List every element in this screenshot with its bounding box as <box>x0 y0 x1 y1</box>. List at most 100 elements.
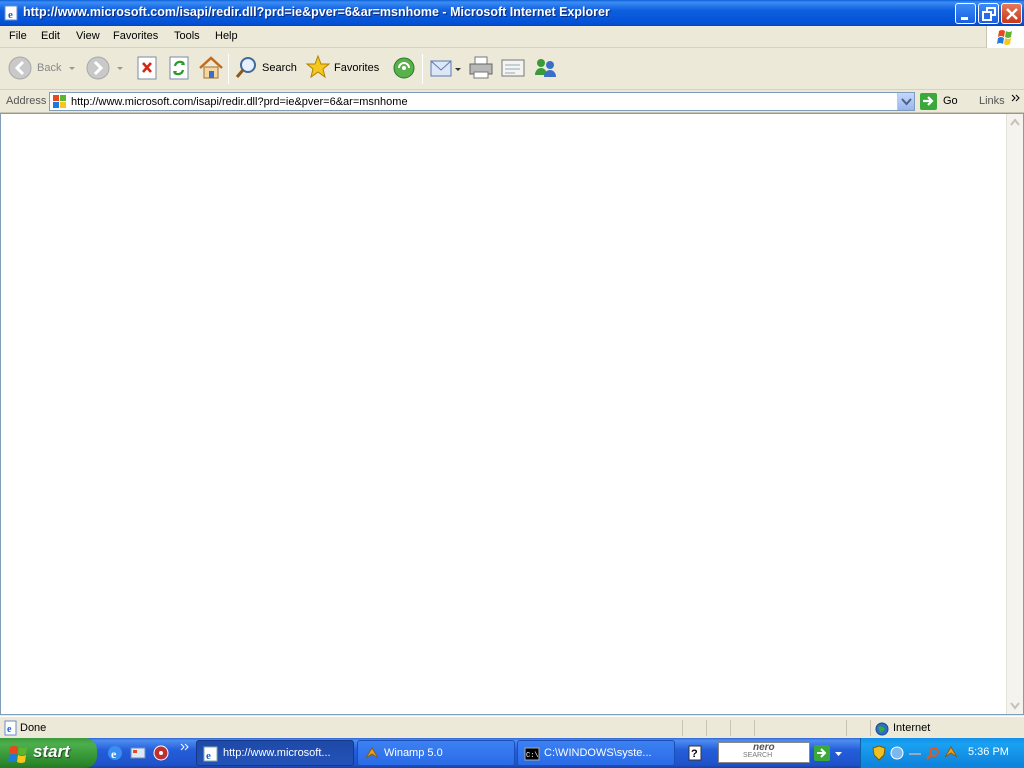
ie-window: e http://www.microsoft.com/isapi/redir.d… <box>0 0 1024 738</box>
edit-document-icon <box>501 59 525 77</box>
scroll-up-button[interactable] <box>1007 114 1023 131</box>
stop-button[interactable] <box>134 53 160 85</box>
ie-quicklaunch-icon[interactable]: e <box>107 745 123 761</box>
toolbar-separator <box>422 54 423 84</box>
minimize-icon <box>961 17 968 20</box>
nero-dropdown-icon[interactable] <box>834 749 844 759</box>
status-pane <box>730 720 731 736</box>
page-status-icon: e <box>4 720 17 736</box>
status-text: Done <box>20 722 47 734</box>
refresh-button[interactable] <box>166 53 192 85</box>
msn-site-icon <box>53 95 66 108</box>
scroll-down-button[interactable] <box>1007 697 1023 714</box>
title-bar[interactable]: e http://www.microsoft.com/isapi/redir.d… <box>0 0 1024 26</box>
security-zone-label: Internet <box>893 722 931 734</box>
internet-globe-icon <box>875 722 889 736</box>
menu-edit[interactable]: Edit <box>41 30 60 42</box>
svg-text:e: e <box>206 750 211 762</box>
status-pane <box>706 720 707 736</box>
svg-text:e: e <box>8 9 13 21</box>
media-icon <box>393 57 415 79</box>
home-button[interactable] <box>198 53 224 85</box>
stop-icon <box>137 56 157 80</box>
media-button[interactable] <box>391 53 417 85</box>
messenger-icon <box>535 59 556 77</box>
close-icon <box>1006 8 1018 20</box>
home-icon <box>199 56 223 79</box>
scroll-down-arrow-icon <box>1010 702 1020 710</box>
go-button[interactable]: Go <box>919 92 969 111</box>
window-title: http://www.microsoft.com/isapi/redir.dll… <box>23 5 610 19</box>
winamp-icon <box>365 747 379 759</box>
vertical-scrollbar[interactable] <box>1006 114 1023 714</box>
minimize-button[interactable] <box>955 3 976 24</box>
refresh-icon <box>169 56 189 80</box>
network-icon[interactable] <box>889 745 905 761</box>
address-url[interactable]: http://www.microsoft.com/isapi/redir.dll… <box>71 96 408 108</box>
restore-icon <box>982 7 996 21</box>
address-dropdown-button[interactable] <box>897 93 914 110</box>
restore-button[interactable] <box>978 3 999 24</box>
menu-help[interactable]: Help <box>215 30 238 42</box>
security-shield-icon[interactable] <box>871 745 887 761</box>
printer-icon <box>469 56 493 79</box>
favorites-star-icon <box>305 54 331 79</box>
mail-button[interactable] <box>429 53 463 85</box>
page-content-area[interactable] <box>0 113 1024 715</box>
toolbar-separator <box>228 54 229 84</box>
address-input[interactable]: http://www.microsoft.com/isapi/redir.dll… <box>49 92 915 111</box>
start-button[interactable]: start <box>0 738 97 768</box>
svg-text:C:\: C:\ <box>526 752 539 760</box>
messenger-button[interactable] <box>532 53 560 85</box>
taskbar-button-cmd[interactable]: C:\ C:\WINDOWS\syste... <box>517 740 675 766</box>
print-button[interactable] <box>468 53 494 85</box>
cmd-icon: C:\ <box>524 747 540 761</box>
address-bar: Address http://www.microsoft.com/isapi/r… <box>0 90 1024 113</box>
winamp-tray-icon[interactable] <box>943 745 959 761</box>
status-bar: e Done Internet <box>0 716 1024 738</box>
status-pane <box>870 720 871 736</box>
menu-view[interactable]: View <box>76 30 100 42</box>
search-tray-icon[interactable] <box>925 745 941 761</box>
menu-tools[interactable]: Tools <box>174 30 200 42</box>
menu-favorites[interactable]: Favorites <box>113 30 158 42</box>
favorites-button[interactable]: Favorites <box>305 53 385 85</box>
safely-remove-icon[interactable] <box>907 745 923 761</box>
show-desktop-icon[interactable] <box>130 745 146 761</box>
windows-logo-icon <box>986 26 1024 48</box>
chevron-down-icon <box>901 98 912 106</box>
clock[interactable]: 5:36 PM <box>968 746 1009 758</box>
links-toolbar[interactable]: Links <box>979 95 1005 107</box>
status-pane <box>846 720 847 736</box>
ie-page-icon: e <box>4 5 18 21</box>
nero-go-arrow-icon[interactable] <box>813 744 831 762</box>
standard-toolbar: Back Search Favorites <box>0 48 1024 90</box>
status-pane <box>754 720 755 736</box>
menu-file[interactable]: File <box>9 30 27 42</box>
forward-arrow-icon <box>86 56 123 80</box>
search-button[interactable]: Search <box>234 53 300 85</box>
chevron-right-icon[interactable] <box>1011 93 1021 105</box>
back-dropdown-icon[interactable] <box>68 53 76 85</box>
back-arrow-icon <box>8 56 32 80</box>
taskbar-button-ie[interactable]: e http://www.microsoft... <box>196 740 354 766</box>
taskbar: start e e http://www.microsoft... Winamp… <box>0 738 1024 768</box>
forward-button[interactable] <box>86 53 126 85</box>
help-icon[interactable]: ? <box>688 745 702 761</box>
nero-search-box[interactable]: nero SEARCH <box>718 742 810 763</box>
windows-flag-icon <box>8 746 27 763</box>
scroll-up-arrow-icon <box>1010 118 1020 126</box>
back-button[interactable]: Back <box>8 53 80 85</box>
search-icon <box>235 57 256 78</box>
ie-icon: e <box>203 746 218 762</box>
address-label: Address <box>6 95 47 107</box>
media-quicklaunch-icon[interactable] <box>153 745 169 761</box>
close-button[interactable] <box>1001 3 1022 24</box>
menu-bar: File Edit View Favorites Tools Help <box>0 26 1024 48</box>
svg-text:e: e <box>7 724 12 735</box>
edit-button[interactable] <box>500 53 526 85</box>
svg-text:e: e <box>111 747 117 761</box>
quicklaunch-more-icon[interactable] <box>180 743 190 753</box>
go-arrow-icon <box>920 93 937 110</box>
taskbar-button-winamp[interactable]: Winamp 5.0 <box>357 740 515 766</box>
